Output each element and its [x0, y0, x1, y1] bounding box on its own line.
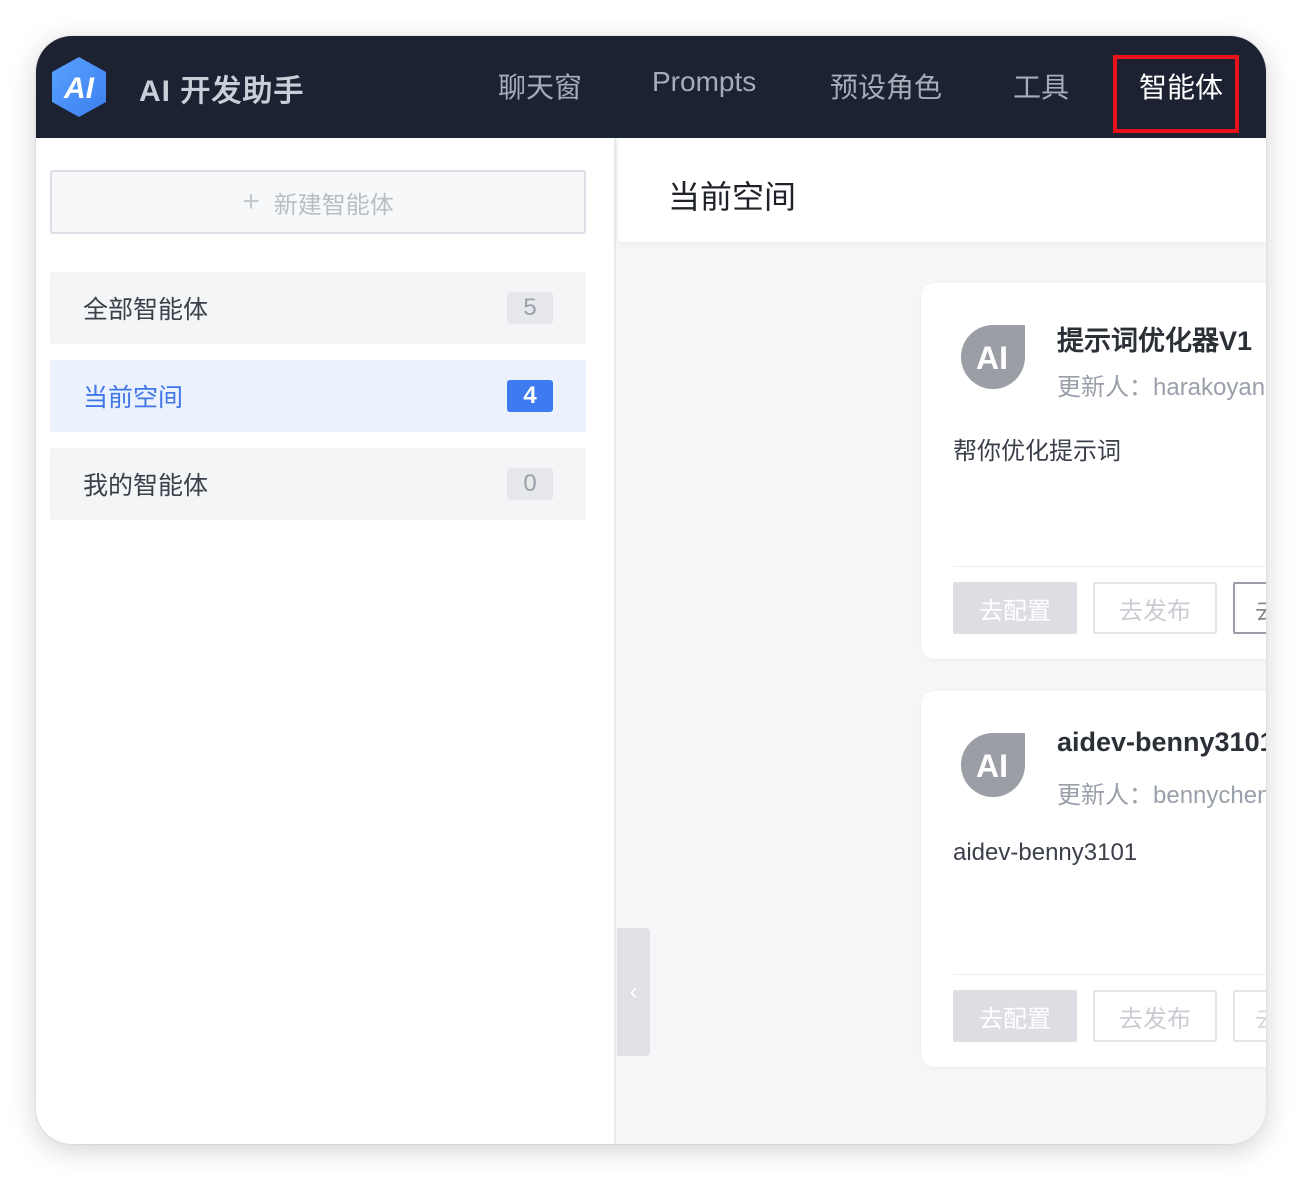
agent-avatar-icon: AI — [959, 323, 1027, 391]
nav-tab-prompts[interactable]: Prompts — [652, 66, 756, 98]
card-extra-button[interactable]: 去 — [1233, 582, 1266, 634]
agent-card[interactable]: AI 提示词优化器V1 更新人：harakoyan 帮你优化提示词 去配置 去发… — [921, 283, 1266, 659]
page-title: 当前空间 — [668, 179, 797, 215]
sidebar-item-current-space[interactable]: 当前空间 4 — [50, 360, 586, 432]
sidebar-item-label: 我的智能体 — [83, 472, 209, 500]
agent-avatar-icon: AI — [959, 731, 1027, 799]
agent-name: 提示词优化器V1 — [1057, 326, 1253, 356]
sidebar-item-label: 全部智能体 — [83, 296, 209, 324]
agent-updater: 更新人：bennychen — [1057, 782, 1266, 809]
app-window: AI AI 开发助手 聊天窗 Prompts 预设角色 工具 智能体 + 新建智… — [36, 36, 1266, 1144]
agent-description: aidev-benny3101 — [953, 839, 1138, 866]
main-header: 当前空间 — [618, 138, 1266, 242]
nav-tab-tools[interactable]: 工具 — [1013, 66, 1069, 106]
nav-tab-preset-roles[interactable]: 预设角色 — [830, 66, 942, 106]
publish-button[interactable]: 去发布 — [1093, 582, 1217, 634]
new-agent-label: 新建智能体 — [273, 191, 394, 219]
sidebar-item-all-agents[interactable]: 全部智能体 5 — [50, 272, 586, 344]
card-divider — [953, 566, 1266, 567]
app-title: AI 开发助手 — [139, 75, 305, 108]
svg-text:AI: AI — [976, 748, 1008, 784]
svg-text:AI: AI — [976, 340, 1008, 376]
plus-icon: + — [242, 185, 260, 218]
agent-updater: 更新人：harakoyan — [1057, 374, 1266, 401]
configure-button[interactable]: 去配置 — [953, 990, 1077, 1042]
app-logo-icon: AI — [50, 56, 108, 118]
svg-text:AI: AI — [63, 72, 95, 105]
count-badge: 5 — [507, 292, 553, 324]
nav-tab-chat[interactable]: 聊天窗 — [498, 66, 582, 106]
new-agent-button[interactable]: + 新建智能体 — [50, 170, 586, 234]
sidebar-collapse-handle[interactable]: ‹ — [617, 928, 650, 1056]
sidebar: + 新建智能体 全部智能体 5 当前空间 4 我的智能体 0 — [36, 138, 616, 1144]
chevron-left-icon: ‹ — [629, 978, 638, 1005]
publish-button[interactable]: 去发布 — [1093, 990, 1217, 1042]
agent-name: aidev-benny3101 — [1057, 727, 1266, 757]
top-nav-bar: AI AI 开发助手 聊天窗 Prompts 预设角色 工具 智能体 — [36, 36, 1266, 138]
count-badge: 4 — [507, 380, 553, 412]
sidebar-item-my-agents[interactable]: 我的智能体 0 — [50, 448, 586, 520]
count-badge: 0 — [507, 468, 553, 500]
agent-card[interactable]: AI aidev-benny3101 更新人：bennychen aidev-b… — [921, 691, 1266, 1067]
card-divider — [953, 974, 1266, 975]
agent-description: 帮你优化提示词 — [953, 438, 1121, 465]
sidebar-item-label: 当前空间 — [83, 384, 184, 412]
nav-tab-agents[interactable]: 智能体 — [1139, 66, 1223, 106]
configure-button[interactable]: 去配置 — [953, 582, 1077, 634]
card-extra-button[interactable]: 去 — [1233, 990, 1266, 1042]
